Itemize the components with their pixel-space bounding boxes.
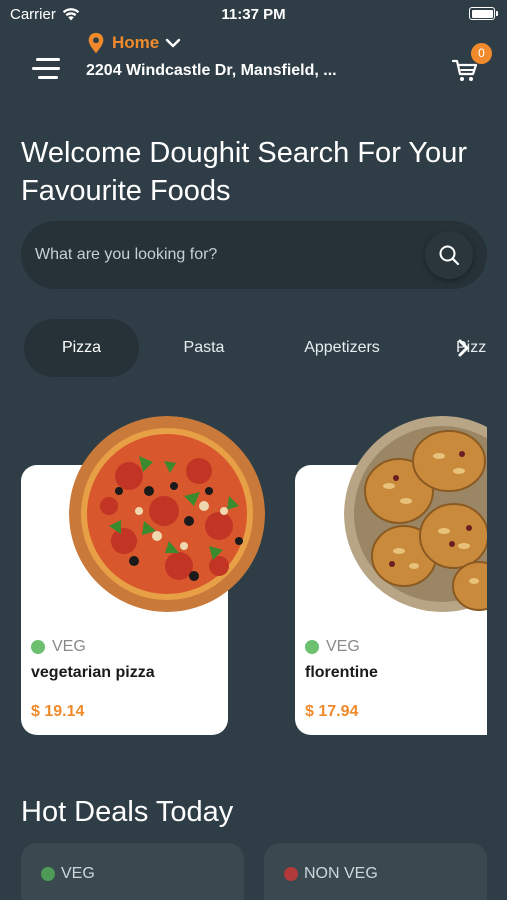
location-selector[interactable]: Home 2204 Windcastle Dr, Mansfield, ... bbox=[86, 32, 337, 80]
location-label[interactable]: Home bbox=[112, 33, 159, 53]
veg-dot bbox=[31, 640, 45, 654]
non-veg-dot bbox=[284, 867, 298, 881]
search-icon bbox=[439, 245, 460, 266]
product-price: $ 19.14 bbox=[31, 703, 85, 720]
product-type: VEG bbox=[52, 638, 86, 655]
menu-line bbox=[38, 76, 58, 79]
hot-deals-title: Hot Deals Today bbox=[21, 796, 234, 828]
pizza-image[interactable] bbox=[69, 416, 265, 612]
battery-icon bbox=[469, 7, 498, 20]
deal-card[interactable]: VEG bbox=[21, 843, 244, 900]
location-row[interactable]: Home bbox=[86, 32, 337, 54]
veg-dot bbox=[41, 867, 55, 881]
non-veg-indicator: NON VEG bbox=[284, 865, 378, 883]
welcome-line-1: Welcome Doughit Search For Your bbox=[21, 137, 467, 169]
category-tabs: Pizza Pasta Appetizers Pizz bbox=[0, 318, 507, 378]
status-bar: Carrier 11:37 PM bbox=[0, 0, 507, 28]
menu-line bbox=[36, 58, 60, 61]
category-tab-pizza[interactable]: Pizza bbox=[24, 319, 139, 377]
category-tab-pasta[interactable]: Pasta bbox=[154, 319, 254, 377]
veg-indicator: VEG bbox=[305, 638, 360, 656]
clock: 11:37 PM bbox=[221, 6, 286, 23]
deal-type: VEG bbox=[61, 865, 95, 882]
veg-indicator: VEG bbox=[31, 638, 86, 656]
welcome-heading: Welcome Doughit Search For Your Favourit… bbox=[21, 134, 491, 210]
veg-indicator: VEG bbox=[41, 865, 95, 883]
product-name: florentine bbox=[305, 664, 378, 681]
delivery-address[interactable]: 2204 Windcastle Dr, Mansfield, ... bbox=[86, 62, 337, 80]
veg-dot bbox=[305, 640, 319, 654]
location-pin-icon bbox=[88, 32, 104, 54]
product-name: vegetarian pizza bbox=[31, 664, 155, 681]
search-input[interactable] bbox=[35, 221, 415, 289]
welcome-line-2: Favourite Foods bbox=[21, 175, 231, 207]
menu-button[interactable] bbox=[32, 56, 62, 82]
deal-type: NON VEG bbox=[304, 865, 378, 882]
search-button[interactable] bbox=[425, 231, 473, 279]
category-tab-appetizers[interactable]: Appetizers bbox=[282, 319, 402, 377]
search-bar[interactable] bbox=[21, 221, 487, 289]
cart-count-badge[interactable]: 0 bbox=[471, 43, 492, 64]
product-type: VEG bbox=[326, 638, 360, 655]
product-price: $ 17.94 bbox=[305, 703, 359, 720]
deal-card[interactable]: NON VEG bbox=[264, 843, 487, 900]
menu-line bbox=[32, 67, 60, 70]
chevron-right-icon[interactable] bbox=[454, 338, 474, 358]
chevron-down-icon[interactable] bbox=[165, 37, 181, 49]
